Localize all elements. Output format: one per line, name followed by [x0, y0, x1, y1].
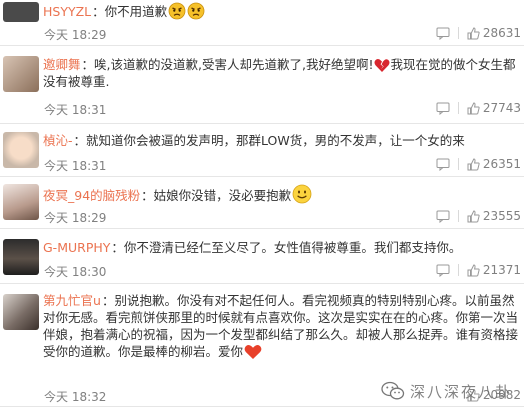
avatar[interactable] — [3, 132, 39, 168]
comment-time: 今天 18:29 — [44, 211, 107, 225]
comment-content: 楨沁-：就知道你会被逼的发声明，那群LOW货，男的不发声，让一个女的来 — [43, 133, 465, 148]
comment-content: HSYYZL：你不用道歉 — [43, 2, 520, 20]
comment-text: 唉,该道歉的没道歉,受害人却先道歉了,我好绝望啊! — [94, 57, 374, 72]
reply-icon[interactable] — [436, 210, 450, 223]
comment-actions: 26351 — [428, 157, 521, 171]
wechat-icon — [381, 381, 405, 401]
avatar[interactable] — [3, 239, 39, 275]
action-divider — [457, 210, 459, 222]
comment-item: 夜冥_94的脑残粉：姑娘你没错，没必要抱歉 今天 18:29 23555 — [0, 177, 524, 229]
avatar[interactable] — [3, 184, 39, 220]
watermark: 深八深夜八卦 — [381, 377, 523, 405]
watermark-text: 深八深夜八卦 — [410, 382, 513, 401]
smile-face-emoji — [292, 184, 312, 204]
action-divider — [457, 158, 459, 170]
comment-text: 就知道你会被逼的发声明，那群LOW货，男的不发声，让一个女的来 — [86, 133, 465, 148]
action-divider — [457, 102, 459, 114]
like-button[interactable]: 28631 — [467, 26, 521, 40]
comment-content: 邀卿舞：唉,该道歉的没道歉,受害人却先道歉了,我好绝望啊! 我现在觉的做个女生都没… — [43, 57, 516, 89]
like-button[interactable]: 23555 — [467, 209, 521, 223]
comment-text: 你不澄清已经仁至义尽了。女性值得被尊重。我们都支持你。 — [123, 240, 462, 255]
comment-content: G-MURPHY：你不澄清已经仁至义尽了。女性值得被尊重。我们都支持你。 — [43, 240, 462, 255]
thumbs-up-icon — [467, 209, 480, 222]
angry-face-emoji — [168, 2, 186, 20]
comment-username[interactable]: 楨沁- — [43, 133, 73, 148]
comment-content: 夜冥_94的脑残粉：姑娘你没错，没必要抱歉 — [43, 184, 520, 204]
thumbs-up-icon — [467, 26, 480, 39]
comment-username[interactable]: HSYYZL — [43, 4, 91, 19]
comment-time: 今天 18:31 — [44, 103, 107, 117]
like-count: 21371 — [482, 263, 521, 277]
comment-item: G-MURPHY：你不澄清已经仁至义尽了。女性值得被尊重。我们都支持你。 今天 … — [0, 229, 524, 284]
avatar[interactable] — [3, 2, 39, 22]
comment-actions: 27743 — [428, 101, 521, 115]
like-count: 27743 — [482, 101, 521, 115]
comment-text: 姑娘你没错，没必要抱歉 — [153, 188, 292, 203]
like-count: 28631 — [482, 26, 521, 40]
comment-actions: 21371 — [428, 263, 521, 277]
comment-username[interactable]: G-MURPHY — [43, 240, 110, 255]
angry-face-emoji — [187, 2, 205, 20]
comment-item: 楨沁-：就知道你会被逼的发声明，那群LOW货，男的不发声，让一个女的来 今天 1… — [0, 124, 524, 177]
comment-actions: 23555 — [428, 209, 521, 223]
action-divider — [457, 264, 459, 276]
comment-username[interactable]: 邀卿舞 — [43, 57, 81, 72]
avatar[interactable] — [3, 56, 39, 92]
heart-emoji — [244, 344, 262, 360]
comment-text: 别说抱歉。你没有对不起任何人。看完视频真的特别特别心疼。以前虽然对你无感。看完煎… — [43, 293, 519, 359]
comment-username[interactable]: 第九忙官u — [43, 293, 101, 308]
comment-time: 今天 18:29 — [44, 28, 107, 42]
comment-text: 你不用道歉 — [104, 4, 168, 19]
action-divider — [457, 27, 459, 39]
comment-content: 第九忙官u：别说抱歉。你没有对不起任何人。看完视频真的特别特别心疼。以前虽然对你… — [43, 293, 519, 360]
broken-heart-emoji — [374, 58, 390, 73]
reply-icon[interactable] — [436, 27, 450, 40]
comment-item: HSYYZL：你不用道歉 今天 18:29 28631 — [0, 0, 524, 46]
comment-item: 邀卿舞：唉,该道歉的没道歉,受害人却先道歉了,我好绝望啊! 我现在觉的做个女生都没… — [0, 46, 524, 124]
thumbs-up-icon — [467, 157, 480, 170]
comment-time: 今天 18:31 — [44, 159, 107, 173]
like-button[interactable]: 27743 — [467, 101, 521, 115]
like-count: 26351 — [482, 157, 521, 171]
thumbs-up-icon — [467, 263, 480, 276]
thumbs-up-icon — [467, 101, 480, 114]
comment-time: 今天 18:30 — [44, 265, 107, 279]
like-count: 23555 — [482, 209, 521, 223]
reply-icon[interactable] — [436, 158, 450, 171]
comment-username[interactable]: 夜冥_94的脑残粉 — [43, 188, 140, 203]
like-button[interactable]: 21371 — [467, 263, 521, 277]
comment-time: 今天 18:32 — [44, 390, 107, 404]
avatar[interactable] — [3, 294, 39, 330]
reply-icon[interactable] — [436, 264, 450, 277]
comment-actions: 28631 — [428, 26, 521, 40]
like-button[interactable]: 26351 — [467, 157, 521, 171]
comment-list: HSYYZL：你不用道歉 今天 18:29 28631 邀卿舞：唉,该道歉的没道… — [0, 0, 524, 407]
reply-icon[interactable] — [436, 102, 450, 115]
